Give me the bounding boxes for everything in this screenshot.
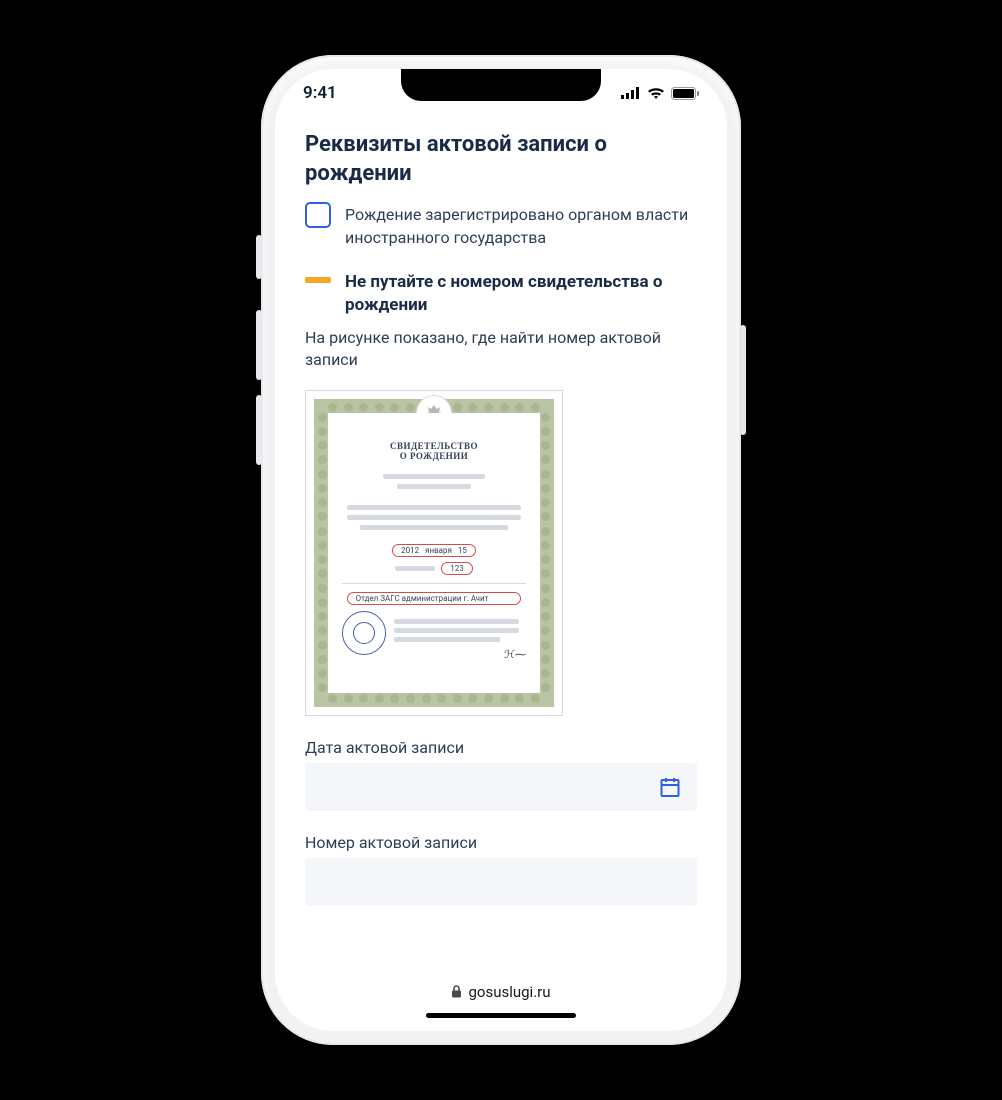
text-line xyxy=(397,484,471,489)
phone-frame: 9:41 Реквизиты актовой записи о рождении… xyxy=(261,55,741,1045)
home-indicator[interactable] xyxy=(426,1013,576,1018)
status-time: 9:41 xyxy=(303,83,337,103)
scallop-bottom xyxy=(328,694,540,703)
certificate-paper: СВИДЕТЕЛЬСТВОО РОЖДЕНИИ 2012 января xyxy=(328,413,540,693)
volume-down-button xyxy=(256,395,262,465)
battery-icon xyxy=(671,87,699,100)
foreign-registration-checkbox[interactable] xyxy=(305,202,331,228)
text-line xyxy=(360,525,507,530)
lock-icon xyxy=(451,985,462,998)
text-line xyxy=(383,474,484,479)
notch xyxy=(401,69,601,101)
screen: 9:41 Реквизиты актовой записи о рождении… xyxy=(275,69,727,1031)
signature-icon: ℋ⁓ xyxy=(394,648,526,661)
divider xyxy=(342,583,526,584)
volume-up-button xyxy=(256,310,262,380)
browser-bar: gosuslugi.ru xyxy=(275,969,727,1031)
warning-row: Не путайте с номером свидетельства о рож… xyxy=(305,271,697,317)
warning-title: Не путайте с номером свидетельства о рож… xyxy=(345,271,697,317)
calendar-icon[interactable] xyxy=(659,776,681,798)
text-line xyxy=(347,515,522,520)
number-field-label: Номер актовой записи xyxy=(305,833,697,852)
date-field-label: Дата актовой записи xyxy=(305,738,697,757)
scallop-left xyxy=(318,413,327,693)
issuer-highlight: Отдел ЗАГС администрации г. Ачит xyxy=(347,592,522,605)
date-field[interactable] xyxy=(305,763,697,811)
text-line xyxy=(347,505,522,510)
url-text: gosuslugi.ru xyxy=(468,983,550,1001)
power-button xyxy=(740,325,746,435)
foreign-registration-label: Рождение зарегистрировано органом власти… xyxy=(345,202,697,249)
url-display[interactable]: gosuslugi.ru xyxy=(451,983,550,1001)
certificate-border: СВИДЕТЕЛЬСТВОО РОЖДЕНИИ 2012 января xyxy=(314,399,554,707)
page-content[interactable]: Реквизиты актовой записи о рождении Рожд… xyxy=(275,117,727,969)
cellular-icon xyxy=(621,87,641,99)
mute-switch xyxy=(256,235,262,279)
certificate-title: СВИДЕТЕЛЬСТВОО РОЖДЕНИИ xyxy=(342,441,526,463)
page-title: Реквизиты актовой записи о рождении xyxy=(305,131,697,188)
seal-icon xyxy=(342,611,386,655)
hint-text: На рисунке показано, где найти номер акт… xyxy=(305,327,697,372)
certificate-sample: СВИДЕТЕЛЬСТВОО РОЖДЕНИИ 2012 января xyxy=(305,390,563,716)
status-icons xyxy=(621,87,699,100)
number-highlight: 123 xyxy=(441,562,473,575)
number-field[interactable] xyxy=(305,858,697,906)
date-highlight: 2012 января 15 xyxy=(392,544,476,557)
scallop-right xyxy=(541,413,550,693)
foreign-registration-row[interactable]: Рождение зарегистрировано органом власти… xyxy=(305,202,697,249)
warning-accent-icon xyxy=(305,271,331,317)
seal-row: ℋ⁓ xyxy=(342,611,526,661)
wifi-icon xyxy=(647,87,665,99)
